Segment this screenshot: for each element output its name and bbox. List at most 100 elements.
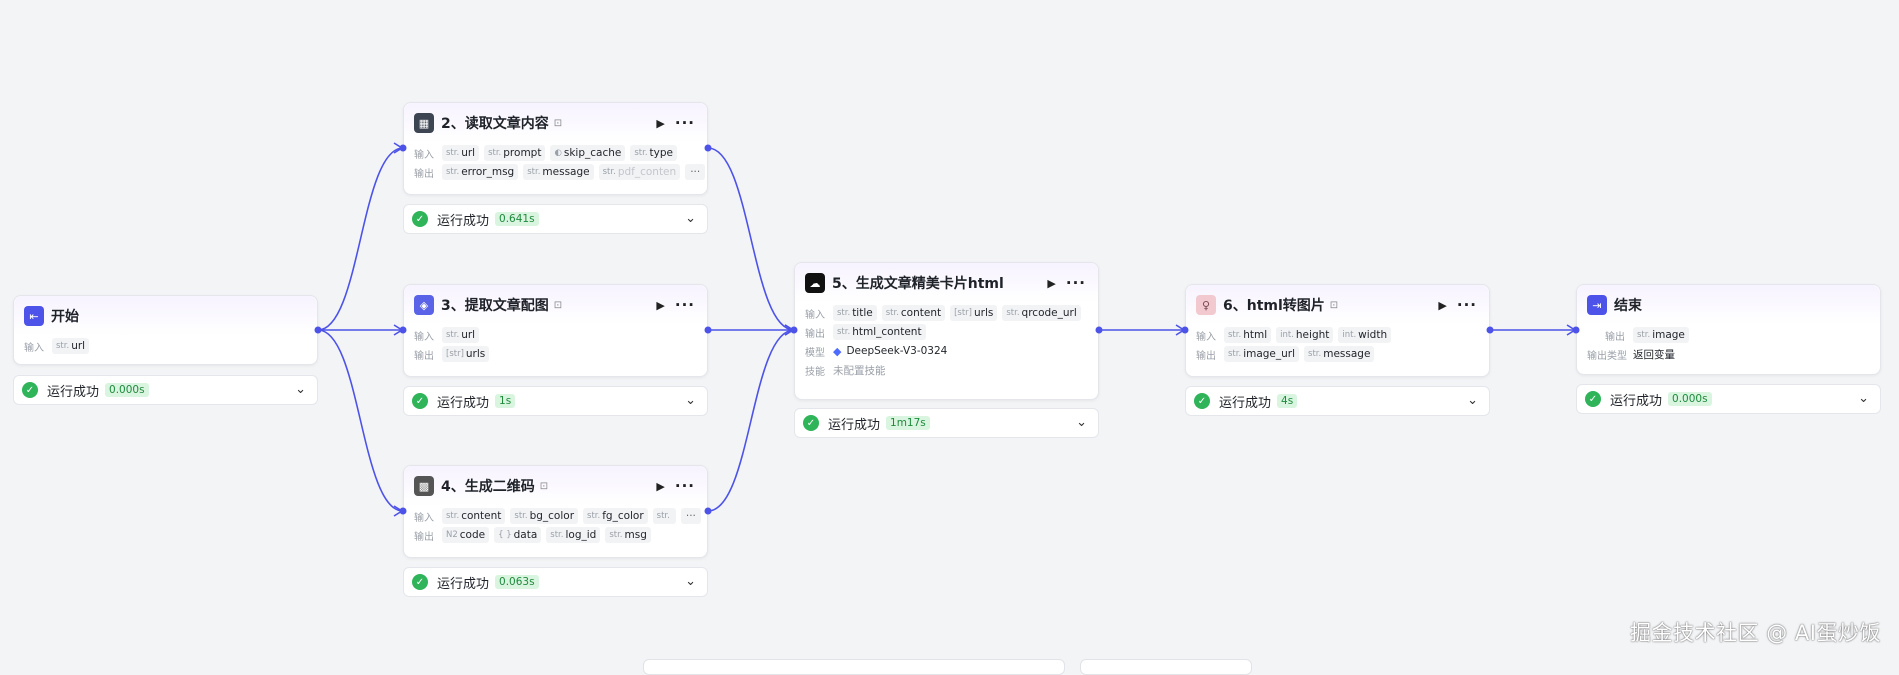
param-tag: int. width: [1338, 327, 1392, 343]
node-card-html-title: 5、生成文章精美卡片html: [832, 276, 1004, 292]
edge-line[interactable]: [317, 147, 404, 331]
node-extract-images[interactable]: ◈ 3、提取文章配图 ⊡ ▶ ··· 输入 str. url 输出 [str] ur…: [403, 284, 708, 377]
param-tag: str. bg_color: [510, 508, 579, 524]
run-node-button[interactable]: ▶: [1438, 299, 1446, 312]
edge-line[interactable]: [707, 329, 795, 512]
run-node-button[interactable]: ▶: [656, 299, 664, 312]
param-tag: str. content: [442, 508, 506, 524]
param-tag: str. msg: [605, 527, 651, 543]
output-port[interactable]: [1095, 326, 1103, 334]
edge-line[interactable]: [317, 329, 404, 512]
param-tag: str. error_msg: [442, 164, 519, 180]
output-port[interactable]: [314, 326, 322, 334]
node-read-article-status[interactable]: ✓ 运行成功 0.641s ⌄: [403, 204, 708, 234]
output-port[interactable]: [704, 144, 712, 152]
output-port[interactable]: [1486, 326, 1494, 334]
node-start-status[interactable]: ✓ 运行成功 0.000s ⌄: [13, 375, 318, 405]
node-end-output-type: 输出类型 返回变量: [1587, 348, 1675, 362]
node-card-html[interactable]: ☁ 5、生成文章精美卡片html ▶ ··· 输入 str. title str.…: [794, 262, 1099, 400]
param-tag: str. url: [52, 338, 90, 354]
input-port[interactable]: [399, 507, 407, 515]
bot-icon: ⊡: [553, 117, 563, 129]
node-end-status[interactable]: ✓ 运行成功 0.000s ⌄: [1576, 384, 1881, 414]
param-tag: int. height: [1276, 327, 1334, 343]
input-port[interactable]: [790, 326, 798, 334]
node-html-to-image-inputs: 输入 str. html int. height int. width: [1186, 326, 1489, 344]
run-time-badge: 0.063s: [495, 575, 539, 589]
run-time-badge: 4s: [1277, 394, 1298, 408]
param-tag: [str] urls: [950, 305, 998, 321]
param-tag: str. html_content: [833, 324, 926, 340]
node-end-title: 结束: [1614, 298, 1642, 314]
node-qrcode[interactable]: ▩ 4、生成二维码 ⊡ ▶ ··· 输入 str. content str. bg_…: [403, 465, 708, 558]
chevron-down-icon[interactable]: ⌄: [1076, 415, 1087, 430]
output-type-value: 返回变量: [1633, 348, 1675, 361]
workflow-canvas[interactable]: ⇤ 开始 输入 str. url ✓ 运行成功 0.000s ⌄ ▦ 2、读取文章…: [0, 0, 1899, 675]
node-start-title: 开始: [51, 309, 79, 325]
more-options-button[interactable]: ···: [675, 114, 695, 132]
run-node-button[interactable]: ▶: [1047, 277, 1055, 290]
node-read-article-inputs: 输入 str. url str. prompt ◐ skip_cache str. ty…: [404, 144, 707, 162]
output-port[interactable]: [704, 507, 712, 515]
param-tag: str.: [652, 508, 676, 524]
more-params-button[interactable]: ···: [680, 508, 701, 524]
chevron-down-icon[interactable]: ⌄: [685, 393, 696, 408]
node-end[interactable]: ⇥ 结束 输出 str. image 输出类型 返回变量: [1576, 284, 1881, 375]
param-tag: str. type: [630, 145, 678, 161]
bottom-toolbar-left[interactable]: [643, 659, 1065, 675]
param-tag: N2 code: [442, 527, 490, 543]
success-check-icon: ✓: [1585, 391, 1601, 407]
node-card-html-status[interactable]: ✓ 运行成功 1m17s ⌄: [794, 408, 1099, 438]
chevron-down-icon[interactable]: ⌄: [295, 382, 306, 397]
node-html-to-image-status[interactable]: ✓ 运行成功 4s ⌄: [1185, 386, 1490, 416]
more-options-button[interactable]: ···: [1066, 274, 1086, 292]
output-port[interactable]: [704, 326, 712, 334]
run-node-button[interactable]: ▶: [656, 117, 664, 130]
bot-icon: ⊡: [1329, 299, 1339, 311]
run-time-badge: 0.000s: [1668, 392, 1712, 406]
node-html-to-image-title: 6、html转图片: [1223, 298, 1325, 314]
run-time-badge: 1s: [495, 394, 516, 408]
run-node-button[interactable]: ▶: [656, 480, 664, 493]
node-read-article[interactable]: ▦ 2、读取文章内容 ⊡ ▶ ··· 输入 str. url str. prompt…: [403, 102, 708, 195]
node-card-html-outputs: 输出 str. html_content: [795, 323, 1098, 341]
bottom-toolbar-right[interactable]: [1080, 659, 1252, 675]
chevron-down-icon[interactable]: ⌄: [685, 574, 696, 589]
skill-value: 未配置技能: [833, 364, 886, 377]
param-tag: str. image: [1633, 327, 1689, 343]
success-check-icon: ✓: [412, 211, 428, 227]
chevron-down-icon[interactable]: ⌄: [1858, 391, 1869, 406]
more-options-button[interactable]: ···: [675, 477, 695, 495]
param-tag: str. log_id: [546, 527, 601, 543]
more-options-button[interactable]: ···: [1457, 296, 1477, 314]
more-params-button[interactable]: ···: [685, 164, 706, 180]
article-reader-icon: ▦: [414, 113, 434, 133]
node-extract-images-status[interactable]: ✓ 运行成功 1s ⌄: [403, 386, 708, 416]
watermark: 掘金技术社区 @ AI蛋炒饭: [1630, 621, 1881, 645]
node-qrcode-outputs: 输出 N2 code { } data str. log_id str. msg: [404, 526, 707, 544]
input-port[interactable]: [399, 326, 407, 334]
node-extract-images-title: 3、提取文章配图: [441, 298, 549, 314]
avatar-icon: ♀: [1196, 295, 1216, 315]
chevron-down-icon[interactable]: ⌄: [685, 211, 696, 226]
bot-icon: ⊡: [553, 299, 563, 311]
run-time-badge: 1m17s: [886, 416, 930, 430]
param-tag: { } data: [494, 527, 542, 543]
param-tag: str. url: [442, 145, 480, 161]
bot-icon: ⊡: [539, 480, 549, 492]
cube-icon: ◈: [414, 295, 434, 315]
more-options-button[interactable]: ···: [675, 296, 695, 314]
node-start[interactable]: ⇤ 开始 输入 str. url: [13, 295, 318, 365]
input-port[interactable]: [399, 144, 407, 152]
input-port[interactable]: [1181, 326, 1189, 334]
chevron-down-icon[interactable]: ⌄: [1467, 393, 1478, 408]
input-port[interactable]: [1572, 326, 1580, 334]
node-start-header: ⇤ 开始: [14, 296, 317, 336]
success-check-icon: ✓: [22, 382, 38, 398]
param-tag: str. html: [1224, 327, 1272, 343]
node-qrcode-status[interactable]: ✓ 运行成功 0.063s ⌄: [403, 567, 708, 597]
llm-icon: ☁: [805, 273, 825, 293]
start-icon: ⇤: [24, 306, 44, 326]
node-html-to-image[interactable]: ♀ 6、html转图片 ⊡ ▶ ··· 输入 str. html int. heig…: [1185, 284, 1490, 377]
edge-line[interactable]: [707, 147, 795, 331]
